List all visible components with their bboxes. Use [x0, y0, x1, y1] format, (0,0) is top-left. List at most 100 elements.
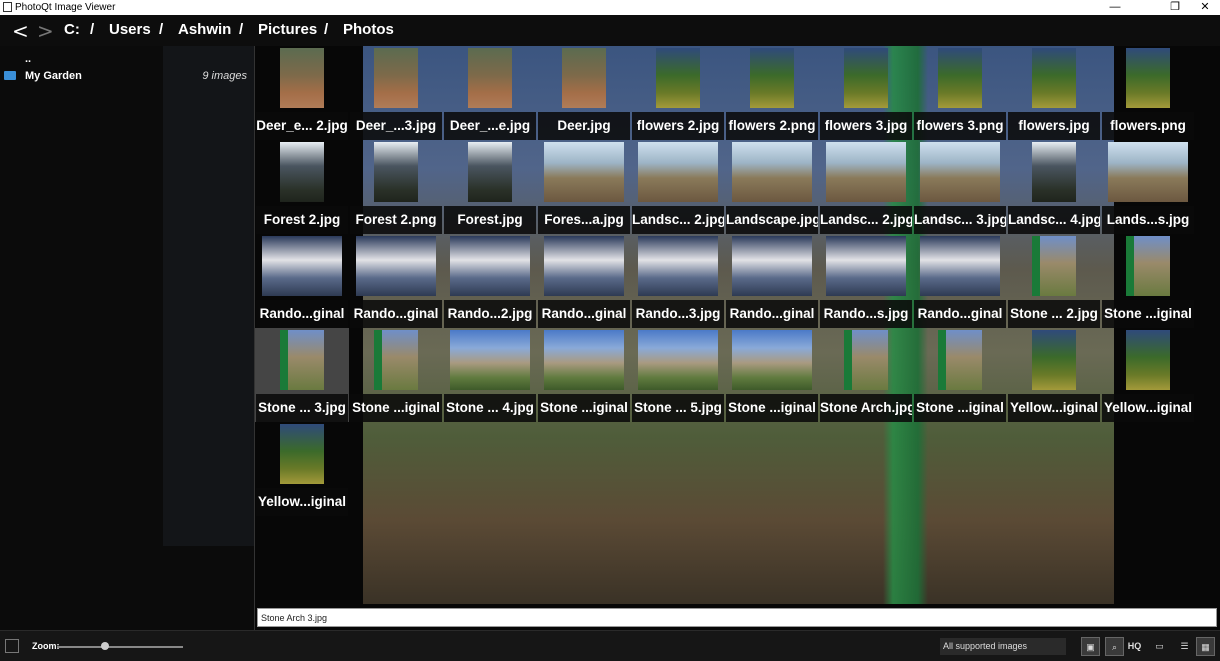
file-tile[interactable]: Landsc... 2.jpg	[819, 140, 913, 234]
folder-image-count: 9 images	[202, 70, 247, 82]
file-tile[interactable]: Stone ... 5.jpg	[631, 328, 725, 422]
file-name: Rando...ginal	[726, 300, 818, 328]
file-name: Stone Arch.jpg	[820, 394, 912, 422]
folder-name: My Garden	[25, 70, 82, 82]
file-tile[interactable]: Landsc... 3.jpg	[913, 140, 1007, 234]
file-tile[interactable]: Rando...3.jpg	[631, 234, 725, 328]
file-tile[interactable]: Landsc... 2.jpg	[631, 140, 725, 234]
maximize-button[interactable]: ❐	[1160, 0, 1190, 15]
breadcrumb-item[interactable]: Users	[109, 21, 151, 39]
folder-item-parent[interactable]: ..	[0, 50, 254, 68]
file-tile[interactable]: Yellow...iginal	[1007, 328, 1101, 422]
file-tile[interactable]: Yellow...iginal	[255, 422, 349, 516]
file-tile[interactable]: Rando...ginal	[255, 234, 349, 328]
file-tile[interactable]: Landscape.jpg	[725, 140, 819, 234]
file-name: Stone ... 4.jpg	[444, 394, 536, 422]
folder-name: ..	[25, 53, 32, 65]
file-tile[interactable]: Rando...2.jpg	[443, 234, 537, 328]
file-tile[interactable]: Deer_...e.jpg	[443, 46, 537, 140]
list-view-icon[interactable]: ☰	[1175, 637, 1194, 656]
file-tile[interactable]: Rando...ginal	[349, 234, 443, 328]
file-tile[interactable]: flowers.png	[1101, 46, 1195, 140]
file-tile[interactable]: Stone ...iginal	[349, 328, 443, 422]
file-tile[interactable]: Stone ...iginal	[537, 328, 631, 422]
file-tile[interactable]: Fores...a.jpg	[537, 140, 631, 234]
file-name: Deer.jpg	[538, 112, 630, 140]
grid-view-icon[interactable]: ▦	[1196, 637, 1215, 656]
file-thumbnail	[356, 236, 436, 296]
file-tile[interactable]: Rando...ginal	[537, 234, 631, 328]
file-thumbnail	[732, 330, 812, 390]
file-thumbnail	[374, 48, 418, 108]
file-thumbnail	[1032, 48, 1076, 108]
file-tile[interactable]: Forest.jpg	[443, 140, 537, 234]
file-thumbnail	[938, 330, 982, 390]
file-thumbnail	[1126, 330, 1170, 390]
filetype-filter-select[interactable]: All supported images	[940, 638, 1066, 655]
file-tile[interactable]: Forest 2.jpg	[255, 140, 349, 234]
breadcrumb-item[interactable]: Pictures	[258, 21, 317, 39]
file-tile[interactable]: Landsc... 4.jpg	[1007, 140, 1101, 234]
file-tile[interactable]: Lands...s.jpg	[1101, 140, 1195, 234]
zoom-slider-handle[interactable]	[100, 642, 109, 650]
file-thumbnail	[562, 48, 606, 108]
file-tile[interactable]: Rando...s.jpg	[819, 234, 913, 328]
file-tile[interactable]: Stone ...iginal	[913, 328, 1007, 422]
file-tile[interactable]: flowers.jpg	[1007, 46, 1101, 140]
image-view-icon[interactable]: ▭	[1150, 637, 1169, 656]
file-tile[interactable]: Stone ... 3.jpg	[255, 328, 349, 422]
file-tile[interactable]: Yellow...iginal	[1101, 328, 1195, 422]
close-button[interactable]: ✕	[1190, 0, 1220, 15]
file-tile[interactable]: Deer_...3.jpg	[349, 46, 443, 140]
zoom-preview-icon[interactable]: ⌕	[1105, 637, 1124, 656]
file-tile[interactable]: Deer_e... 2.jpg	[255, 46, 349, 140]
file-tile[interactable]: Stone ... 2.jpg	[1007, 234, 1101, 328]
zoom-slider[interactable]	[57, 642, 183, 650]
preview-icon[interactable]: ▣	[1081, 637, 1100, 656]
file-name: Landscape.jpg	[726, 206, 818, 234]
file-tile[interactable]: Deer.jpg	[537, 46, 631, 140]
file-thumbnail	[280, 330, 324, 390]
back-button[interactable]: <	[12, 21, 29, 41]
hq-button[interactable]: HQ	[1125, 637, 1144, 656]
breadcrumb-item[interactable]: C:	[64, 21, 80, 39]
file-tile[interactable]: Forest 2.png	[349, 140, 443, 234]
file-tile[interactable]: flowers 3.jpg	[819, 46, 913, 140]
file-tile[interactable]: Stone ... 4.jpg	[443, 328, 537, 422]
file-tile[interactable]: Stone ...iginal	[1101, 234, 1195, 328]
folder-item-my-garden[interactable]: My Garden 9 images	[0, 67, 254, 85]
forward-button[interactable]: >	[37, 21, 54, 41]
breadcrumb-item[interactable]: Ashwin	[178, 21, 231, 39]
file-tile[interactable]: flowers 2.jpg	[631, 46, 725, 140]
file-tile[interactable]: Stone ...iginal	[725, 328, 819, 422]
image-icon[interactable]	[5, 639, 19, 653]
breadcrumb-separator: /	[159, 21, 164, 38]
breadcrumb-item[interactable]: Photos	[343, 21, 394, 39]
minimize-button[interactable]: —	[1100, 0, 1130, 15]
file-grid-area: Deer_e... 2.jpg Deer_...3.jpg Deer_...e.jp…	[254, 46, 1220, 630]
file-thumbnail	[1032, 236, 1076, 296]
file-name: Lands...s.jpg	[1102, 206, 1194, 234]
file-tile[interactable]: Rando...ginal	[725, 234, 819, 328]
file-thumbnail	[374, 330, 418, 390]
file-thumbnail	[1126, 236, 1170, 296]
bottom-bar: Zoom: All supported images ▣ ⌕ HQ ▭ ☰ ▦	[0, 630, 1220, 661]
path-bar: < > C: / Users / Ashwin / Pictures / Pho…	[0, 15, 1220, 46]
file-thumbnail	[280, 142, 324, 202]
filename-input[interactable]	[257, 608, 1217, 627]
folder-icon	[4, 71, 16, 80]
file-thumbnail	[374, 142, 418, 202]
file-name: Rando...ginal	[538, 300, 630, 328]
file-name: Landsc... 3.jpg	[914, 206, 1006, 234]
file-tile[interactable]: flowers 3.png	[913, 46, 1007, 140]
file-thumbnail	[450, 236, 530, 296]
file-thumbnail	[468, 48, 512, 108]
file-tile[interactable]: flowers 2.png	[725, 46, 819, 140]
file-thumbnail	[1032, 330, 1076, 390]
file-thumbnail	[656, 48, 700, 108]
file-tile[interactable]: Stone Arch.jpg	[819, 328, 913, 422]
file-tile[interactable]: Rando...ginal	[913, 234, 1007, 328]
file-name: Yellow...iginal	[1102, 394, 1194, 422]
file-thumbnail	[544, 142, 624, 202]
app-icon	[3, 2, 12, 12]
